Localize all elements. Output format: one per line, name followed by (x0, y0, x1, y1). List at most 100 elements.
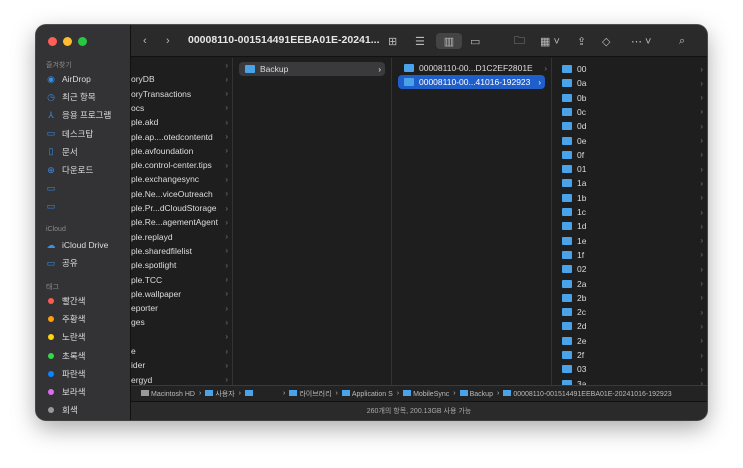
close-button[interactable] (48, 37, 57, 46)
list-item[interactable]: 1e › (552, 234, 707, 248)
list-item[interactable]: 0e › (552, 134, 707, 148)
list-item[interactable]: ple.replayd › (131, 230, 232, 244)
sidebar-item[interactable]: 보라색 (46, 384, 126, 400)
sidebar-item-label: 주황색 (62, 314, 86, 325)
sidebar-item[interactable]: ⊕ 다운로드 (46, 162, 126, 178)
list-item[interactable]: 3a › (552, 377, 707, 385)
sidebar-item-label: AirDrop (62, 74, 91, 84)
column-view-button[interactable]: ▥ (436, 33, 462, 49)
list-item[interactable]: ges › (131, 315, 232, 329)
folder-icon (403, 389, 412, 396)
sidebar-item[interactable]: 빨간색 (46, 293, 126, 309)
list-item[interactable]: 1b › (552, 191, 707, 205)
list-item[interactable]: 00008110-00...41016-192923 › (398, 75, 545, 90)
list-item[interactable]: ple.avfoundation › (131, 144, 232, 158)
list-item[interactable]: 1d › (552, 219, 707, 233)
gallery-view-button[interactable]: ▭ (470, 33, 480, 49)
list-item[interactable]: 00 › (552, 62, 707, 76)
path-item[interactable]: Backup (459, 389, 493, 398)
list-item[interactable]: › (131, 330, 232, 344)
list-item[interactable]: 01 › (552, 162, 707, 176)
group-by-button[interactable]: ▦ ˅ (540, 33, 560, 49)
list-item[interactable]: ple.sharedfilelist › (131, 244, 232, 258)
list-item[interactable]: 1c › (552, 205, 707, 219)
sidebar-item[interactable]: ▭ (46, 198, 126, 214)
chevron-right-icon: › (700, 78, 703, 88)
list-item[interactable]: ple.control-center.tips › (131, 158, 232, 172)
path-item[interactable]: 00008110-001514491EEBA01E-20241016-19292… (503, 389, 672, 398)
sidebar-item[interactable]: 회색 (46, 402, 126, 418)
list-item[interactable]: 0d › (552, 119, 707, 133)
path-item[interactable]: 라이브러리 (289, 389, 332, 399)
share-icon[interactable]: ⇪ (577, 33, 586, 49)
list-item[interactable]: 03 › (552, 362, 707, 376)
list-item[interactable]: 2e › (552, 334, 707, 348)
zoom-button[interactable] (78, 37, 87, 46)
path-item[interactable]: Application S (341, 389, 393, 398)
list-item[interactable]: 2f › (552, 348, 707, 362)
list-item[interactable]: ple.TCC › (131, 273, 232, 287)
tag-icon[interactable]: ◇ (602, 33, 610, 49)
list-item[interactable]: 2c › (552, 305, 707, 319)
folder-icon (562, 65, 572, 73)
sidebar-item[interactable]: ▭ (46, 180, 126, 196)
list-item[interactable]: ocs › (131, 101, 232, 115)
item-label: 2e (577, 335, 587, 346)
sidebar-item[interactable]: ☁ iCloud Drive (46, 237, 126, 253)
list-item[interactable]: 1f › (552, 248, 707, 262)
list-item[interactable]: ple.Pr...dCloudStorage › (131, 201, 232, 215)
forward-button[interactable]: › (166, 33, 170, 49)
item-label: ple.akd (131, 117, 159, 128)
list-item[interactable]: 0c › (552, 105, 707, 119)
list-item[interactable]: ple.akd › (131, 115, 232, 129)
sidebar-item[interactable]: 초록색 (46, 348, 126, 364)
list-item[interactable]: 2b › (552, 291, 707, 305)
list-item[interactable]: › (131, 58, 232, 72)
list-item[interactable]: ergyd › (131, 373, 232, 385)
folder-icon (244, 389, 253, 396)
icon-view-button[interactable]: ⊞ (388, 33, 397, 49)
list-item[interactable]: 0a › (552, 76, 707, 90)
list-item[interactable]: ple.ap....otedcontentd › (131, 130, 232, 144)
path-item[interactable]: Macintosh HD (141, 389, 195, 398)
list-item[interactable]: 2a › (552, 277, 707, 291)
sidebar-item[interactable]: 노란색 (46, 329, 126, 345)
list-item[interactable]: ider › (131, 358, 232, 372)
folder-icon (562, 179, 572, 188)
list-item[interactable]: Backup › (239, 62, 385, 76)
list-item[interactable]: ple.spotlight › (131, 258, 232, 272)
list-item[interactable]: 1a › (552, 176, 707, 190)
sidebar-item[interactable]: ▭ 공유 (46, 255, 126, 271)
folder-icon (562, 293, 572, 302)
sidebar-item[interactable]: 주황색 (46, 311, 126, 327)
list-item[interactable]: oryTransactions › (131, 87, 232, 101)
sidebar-item[interactable]: ◉ AirDrop (46, 71, 126, 87)
sidebar-item[interactable]: ⅄ 응용 프로그램 (46, 107, 126, 123)
back-button[interactable]: ‹ (143, 33, 147, 49)
sidebar-item[interactable]: ▯ 문서 (46, 144, 126, 160)
list-item[interactable]: 0f › (552, 148, 707, 162)
list-item[interactable]: 2d › (552, 319, 707, 333)
sidebar-item[interactable]: ◷ 최근 항목 (46, 89, 126, 105)
path-item[interactable]: MobileSync (403, 389, 449, 398)
list-item[interactable]: 02 › (552, 262, 707, 276)
list-item[interactable]: 00008110-00...D1C2EF2801E › (392, 61, 551, 75)
more-actions-button[interactable]: ⋯ ˅ (631, 33, 651, 49)
minimize-button[interactable] (63, 37, 72, 46)
list-item[interactable]: ple.wallpaper › (131, 287, 232, 301)
new-folder-icon[interactable]: 🗀 (514, 33, 525, 49)
path-item[interactable]: 사용자 (205, 389, 235, 399)
list-item[interactable]: ple.Re...agementAgent › (131, 215, 232, 229)
list-item[interactable]: oryDB › (131, 72, 232, 86)
list-view-button[interactable]: ☰ (415, 33, 425, 49)
list-item[interactable]: ple.Ne...viceOutreach › (131, 187, 232, 201)
search-icon[interactable]: ⌕ (679, 33, 685, 49)
sidebar-item[interactable]: ▭ 데스크탑 (46, 126, 126, 142)
list-item[interactable]: eporter › (131, 301, 232, 315)
path-item[interactable] (244, 389, 255, 398)
sidebar-item[interactable]: 파란색 (46, 366, 126, 382)
list-item[interactable]: e › (131, 344, 232, 358)
list-item[interactable]: 0b › (552, 91, 707, 105)
list-item[interactable]: ple.exchangesync › (131, 172, 232, 186)
chevron-right-icon: › (700, 279, 703, 288)
